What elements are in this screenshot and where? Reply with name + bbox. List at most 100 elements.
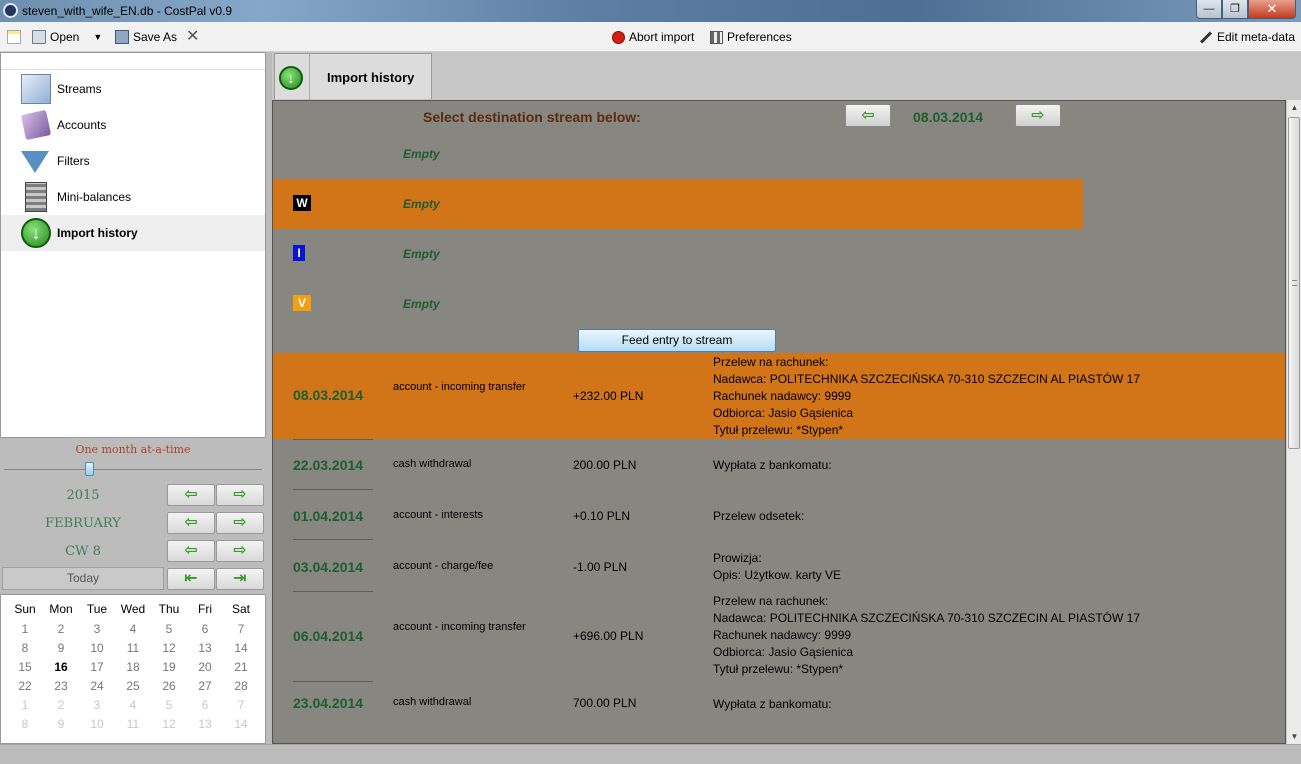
calendar-day[interactable]: 21 xyxy=(223,660,259,678)
calendar-day-other-month[interactable]: 12 xyxy=(151,717,187,735)
close-button[interactable]: ✕ xyxy=(1248,0,1296,19)
close-db-button[interactable]: ✕ xyxy=(186,28,199,46)
open-label: Open xyxy=(50,30,80,44)
calendar-day-other-month[interactable]: 14 xyxy=(223,717,259,735)
calendar-day-other-month[interactable]: 3 xyxy=(79,698,115,716)
calendar-day[interactable]: 4 xyxy=(115,622,151,640)
calendar-day-other-month[interactable]: 9 xyxy=(43,717,79,735)
maximize-button[interactable]: ❐ xyxy=(1222,0,1248,19)
calendar-day[interactable]: 12 xyxy=(151,641,187,659)
current-entry-date: 08.03.2014 xyxy=(913,109,984,125)
next-entry-button[interactable]: ⇨ xyxy=(1015,104,1061,127)
year-next-button[interactable]: ⇨ xyxy=(216,484,264,506)
calendar-day[interactable]: 17 xyxy=(79,660,115,678)
range-slider-handle[interactable] xyxy=(85,462,94,476)
stream-row-w[interactable]: W Empty xyxy=(273,179,1083,229)
tab-import-history[interactable]: ↓ Import history xyxy=(274,53,432,100)
arrow-left-icon: ⇦ xyxy=(184,486,198,503)
weekday-label: Tue xyxy=(86,602,108,616)
calendar-day-other-month[interactable]: 10 xyxy=(79,717,115,735)
vertical-scrollbar[interactable]: ▲ ▼ xyxy=(1286,100,1301,744)
import-entry[interactable]: 23.04.2014 cash withdrawal 700.00 PLN Wy… xyxy=(273,683,1285,733)
calendar-day-other-month[interactable]: 8 xyxy=(7,717,43,735)
import-entry[interactable]: 06.04.2014 account - incoming transfer +… xyxy=(273,593,1285,681)
calendar-day-other-month[interactable]: 5 xyxy=(151,698,187,716)
scroll-up-icon[interactable]: ▲ xyxy=(1287,100,1301,115)
range-slider-track[interactable] xyxy=(4,469,262,470)
calendar-day[interactable]: 1 xyxy=(7,622,43,640)
calendar-day-other-month[interactable]: 13 xyxy=(187,717,223,735)
nav-item-filters[interactable]: Filters xyxy=(1,143,265,179)
calendar-day[interactable]: 10 xyxy=(79,641,115,659)
arrow-right-icon: ⇨ xyxy=(233,486,247,503)
calendar-day[interactable]: 23 xyxy=(43,679,79,697)
abort-icon xyxy=(612,30,625,44)
calendar-day[interactable]: 20 xyxy=(187,660,223,678)
calendar-day[interactable]: 28 xyxy=(223,679,259,697)
stream-row-v[interactable]: V Empty xyxy=(273,279,1083,329)
month-next-button[interactable]: ⇨ xyxy=(216,512,264,534)
calendar-day[interactable]: 27 xyxy=(187,679,223,697)
nav-item-streams[interactable]: Streams xyxy=(1,71,265,107)
week-next-button[interactable]: ⇨ xyxy=(216,540,264,562)
minimize-button[interactable]: — xyxy=(1196,0,1222,19)
calendar-day[interactable]: 6 xyxy=(187,622,223,640)
import-entry-selected[interactable]: 08.03.2014 account - incoming transfer +… xyxy=(273,353,1285,439)
nav-item-mini-balances[interactable]: Mini-balances xyxy=(1,179,265,215)
previous-entry-button[interactable]: ⇦ xyxy=(845,104,891,127)
calendar-day-other-month[interactable]: 4 xyxy=(115,698,151,716)
nav-item-accounts[interactable]: Accounts xyxy=(1,107,265,143)
calendar-day[interactable]: 9 xyxy=(43,641,79,659)
calendar-day-other-month[interactable]: 2 xyxy=(43,698,79,716)
open-button[interactable]: Open ▼ xyxy=(32,28,102,46)
stream-row-i[interactable]: I Empty xyxy=(273,229,1083,279)
calendar-day[interactable]: 13 xyxy=(187,641,223,659)
calendar-day[interactable]: 24 xyxy=(79,679,115,697)
feed-entry-button[interactable]: Feed entry to stream xyxy=(578,329,776,352)
calendar-day[interactable]: 11 xyxy=(115,641,151,659)
calendar-day[interactable]: 26 xyxy=(151,679,187,697)
weekday-label: Mon xyxy=(49,602,73,616)
import-icon: ↓ xyxy=(21,218,51,248)
skip-last-icon: ⇥ xyxy=(233,570,247,587)
scroll-down-icon[interactable]: ▼ xyxy=(1287,729,1301,744)
month-prev-button[interactable]: ⇦ xyxy=(167,512,215,534)
weekday-label: Wed xyxy=(120,602,146,616)
edit-meta-data-button[interactable]: Edit meta-data xyxy=(1199,28,1295,46)
calendar-day[interactable]: 5 xyxy=(151,622,187,640)
calendar-day[interactable]: 25 xyxy=(115,679,151,697)
calendar-day[interactable]: 8 xyxy=(7,641,43,659)
calendar-day[interactable]: 15 xyxy=(7,660,43,678)
chevron-down-icon[interactable]: ▼ xyxy=(93,32,102,42)
abort-import-label: Abort import xyxy=(629,30,695,44)
week-prev-button[interactable]: ⇦ xyxy=(167,540,215,562)
today-button[interactable]: Today xyxy=(2,567,164,590)
year-label: 2015 xyxy=(66,488,100,503)
preferences-button[interactable]: Preferences xyxy=(710,28,792,46)
import-entry[interactable]: 22.03.2014 cash withdrawal 200.00 PLN Wy… xyxy=(273,441,1285,489)
calendar-day-other-month[interactable]: 11 xyxy=(115,717,151,735)
calendar-day[interactable]: 14 xyxy=(223,641,259,659)
calendar-day-other-month[interactable]: 7 xyxy=(223,698,259,716)
calendar-day-today[interactable]: 16 xyxy=(43,660,79,678)
calendar-day[interactable]: 3 xyxy=(79,622,115,640)
calendar-day-other-month[interactable]: 6 xyxy=(187,698,223,716)
abort-import-button[interactable]: Abort import xyxy=(612,28,694,46)
year-prev-button[interactable]: ⇦ xyxy=(167,484,215,506)
calendar-day[interactable]: 18 xyxy=(115,660,151,678)
stream-row[interactable]: Empty xyxy=(273,129,1083,179)
last-period-button[interactable]: ⇥ xyxy=(216,568,264,590)
import-entry[interactable]: 01.04.2014 account - interests +0.10 PLN… xyxy=(273,491,1285,539)
calendar-day[interactable]: 22 xyxy=(7,679,43,697)
calendar-day[interactable]: 2 xyxy=(43,622,79,640)
import-entry[interactable]: 03.04.2014 account - charge/fee -1.00 PL… xyxy=(273,541,1285,591)
first-period-button[interactable]: ⇤ xyxy=(167,568,215,590)
scrollbar-thumb[interactable] xyxy=(1288,117,1300,449)
save-as-button[interactable]: Save As xyxy=(115,28,177,46)
calendar-day[interactable]: 19 xyxy=(151,660,187,678)
calendar-day-other-month[interactable]: 1 xyxy=(7,698,43,716)
entry-amount: 200.00 PLN xyxy=(573,458,637,472)
new-button[interactable] xyxy=(7,28,21,46)
nav-item-import-history[interactable]: ↓ Import history xyxy=(1,215,265,251)
calendar-day[interactable]: 7 xyxy=(223,622,259,640)
